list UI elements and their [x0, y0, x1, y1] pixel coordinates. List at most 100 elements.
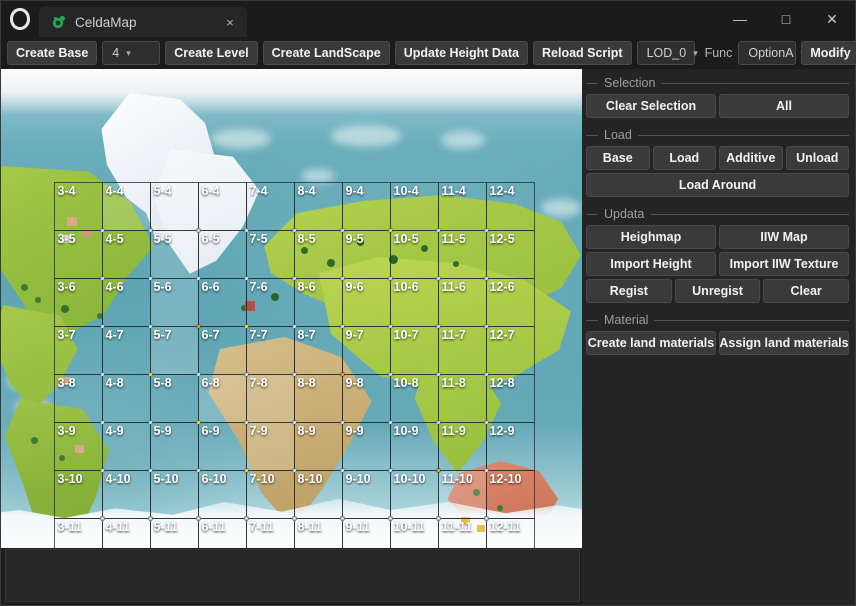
- map-cell[interactable]: 4-4: [101, 181, 151, 231]
- map-cell[interactable]: 3-4: [53, 181, 103, 231]
- map-cell[interactable]: 12-4: [485, 181, 535, 231]
- map-cell[interactable]: 5-6: [147, 275, 199, 327]
- map-cell[interactable]: 11-11: [435, 515, 487, 548]
- map-cell[interactable]: 12-11: [483, 515, 535, 548]
- map-cell[interactable]: 10-5: [387, 227, 439, 279]
- map-cell[interactable]: 6-9: [195, 419, 247, 471]
- maximize-button[interactable]: □: [763, 1, 809, 37]
- update-height-data-button[interactable]: Update Height Data: [394, 41, 528, 65]
- map-cell[interactable]: 9-4: [341, 181, 391, 231]
- map-cell[interactable]: 5-5: [147, 227, 199, 279]
- map-cell[interactable]: 9-5: [339, 227, 391, 279]
- unload-button[interactable]: Unload: [785, 146, 849, 170]
- map-cell[interactable]: 4-7: [99, 323, 151, 375]
- map-cell[interactable]: 7-7: [243, 323, 295, 375]
- map-cell[interactable]: 4-11: [99, 515, 151, 548]
- load-around-button[interactable]: Load Around: [586, 173, 849, 197]
- map-cell[interactable]: 3-8: [53, 373, 103, 423]
- map-cell[interactable]: 6-6: [195, 275, 247, 327]
- map-cell[interactable]: 3-7: [53, 325, 103, 375]
- map-cell[interactable]: 6-11: [195, 515, 247, 548]
- map-cell[interactable]: 12-10: [483, 467, 535, 519]
- regist-button[interactable]: Regist: [586, 279, 672, 303]
- map-cell[interactable]: 12-7: [483, 323, 535, 375]
- map-cell[interactable]: 9-10: [339, 467, 391, 519]
- map-cell[interactable]: 4-9: [99, 419, 151, 471]
- clear-selection-button[interactable]: Clear Selection: [586, 94, 716, 118]
- map-cell[interactable]: 4-8: [99, 371, 151, 423]
- map-viewport[interactable]: 3-4 4-4 5-4 6-4 7-4 8-4 9-4 10-4 11-4 12-4 3-5 4-5 5…: [1, 69, 582, 548]
- map-cell[interactable]: 8-8: [291, 371, 343, 423]
- map-cell[interactable]: 7-11: [243, 515, 295, 548]
- map-cell[interactable]: 5-8: [147, 371, 199, 423]
- editor-tab-celdamap[interactable]: CeldaMap ×: [39, 7, 247, 37]
- map-cell[interactable]: 10-11: [387, 515, 439, 548]
- unregist-button[interactable]: Unregist: [674, 279, 761, 303]
- map-cell[interactable]: 12-8: [483, 371, 535, 423]
- map-cell[interactable]: 6-10: [195, 467, 247, 519]
- map-cell[interactable]: 9-8: [339, 371, 391, 423]
- map-cell[interactable]: 8-5: [291, 227, 343, 279]
- assign-land-materials-button[interactable]: Assign land materials: [719, 331, 849, 355]
- map-cell[interactable]: 11-10: [435, 467, 487, 519]
- map-cell[interactable]: 5-9: [147, 419, 199, 471]
- map-cell[interactable]: 3-6: [53, 277, 103, 327]
- map-cell[interactable]: 12-5: [483, 227, 535, 279]
- map-cell[interactable]: 11-6: [435, 275, 487, 327]
- map-cell[interactable]: 12-6: [483, 275, 535, 327]
- map-cell[interactable]: 11-8: [435, 371, 487, 423]
- map-cell[interactable]: 7-6: [243, 275, 295, 327]
- lod-select[interactable]: LOD_0 ▾: [636, 41, 698, 65]
- load-button[interactable]: Load: [652, 146, 716, 170]
- map-cell[interactable]: 9-6: [339, 275, 391, 327]
- map-cell[interactable]: 8-10: [291, 467, 343, 519]
- map-cell[interactable]: 7-5: [243, 227, 295, 279]
- map-cell[interactable]: 4-6: [99, 275, 151, 327]
- additive-button[interactable]: Additive: [719, 146, 783, 170]
- map-cell[interactable]: 10-6: [387, 275, 439, 327]
- map-cell[interactable]: 10-10: [387, 467, 439, 519]
- map-cell[interactable]: 5-7: [147, 323, 199, 375]
- heighmap-button[interactable]: Heighmap: [586, 225, 716, 249]
- close-icon[interactable]: ×: [221, 13, 239, 31]
- map-cell[interactable]: 3-5: [53, 229, 103, 279]
- map-cell[interactable]: 7-9: [243, 419, 295, 471]
- map-cell[interactable]: 10-9: [387, 419, 439, 471]
- iiw-map-button[interactable]: IIW Map: [719, 225, 849, 249]
- map-cell[interactable]: 10-7: [387, 323, 439, 375]
- map-cell-grid[interactable]: 3-4 4-4 5-4 6-4 7-4 8-4 9-4 10-4 11-4 12-4 3-5 4-5 5…: [53, 181, 535, 548]
- map-cell[interactable]: 11-4: [437, 181, 487, 231]
- map-cell[interactable]: 6-7: [195, 323, 247, 375]
- map-cell[interactable]: 7-4: [245, 181, 295, 231]
- import-height-button[interactable]: Import Height: [586, 252, 716, 276]
- map-cell[interactable]: 9-9: [339, 419, 391, 471]
- create-level-button[interactable]: Create Level: [165, 41, 258, 65]
- map-cell[interactable]: 7-10: [243, 467, 295, 519]
- map-cell[interactable]: 8-9: [291, 419, 343, 471]
- func-select[interactable]: OptionA ▾: [738, 41, 805, 65]
- minimize-button[interactable]: —: [717, 1, 763, 37]
- map-cell[interactable]: 9-11: [339, 515, 391, 548]
- map-cell[interactable]: 10-4: [389, 181, 439, 231]
- base-button[interactable]: Base: [586, 146, 650, 170]
- import-iiw-texture-button[interactable]: Import IIW Texture: [719, 252, 849, 276]
- create-base-button[interactable]: Create Base: [7, 41, 98, 65]
- map-cell[interactable]: 3-9: [53, 421, 103, 471]
- map-cell[interactable]: 6-4: [197, 181, 247, 231]
- map-cell[interactable]: 10-8: [387, 371, 439, 423]
- map-cell[interactable]: 11-7: [435, 323, 487, 375]
- all-button[interactable]: All: [719, 94, 849, 118]
- map-cell[interactable]: 4-10: [99, 467, 151, 519]
- map-cell[interactable]: 3-10: [53, 469, 103, 519]
- map-cell[interactable]: 12-9: [483, 419, 535, 471]
- map-cell[interactable]: 11-9: [435, 419, 487, 471]
- map-cell[interactable]: 5-4: [149, 181, 199, 231]
- map-cell[interactable]: 11-5: [435, 227, 487, 279]
- map-cell[interactable]: 9-7: [339, 323, 391, 375]
- map-cell[interactable]: 7-8: [243, 371, 295, 423]
- map-cell[interactable]: 5-10: [147, 467, 199, 519]
- level-count-select[interactable]: 4 ▾: [102, 41, 161, 65]
- map-cell[interactable]: 8-6: [291, 275, 343, 327]
- reload-script-button[interactable]: Reload Script: [533, 41, 632, 65]
- modify-button[interactable]: Modify: [801, 41, 856, 65]
